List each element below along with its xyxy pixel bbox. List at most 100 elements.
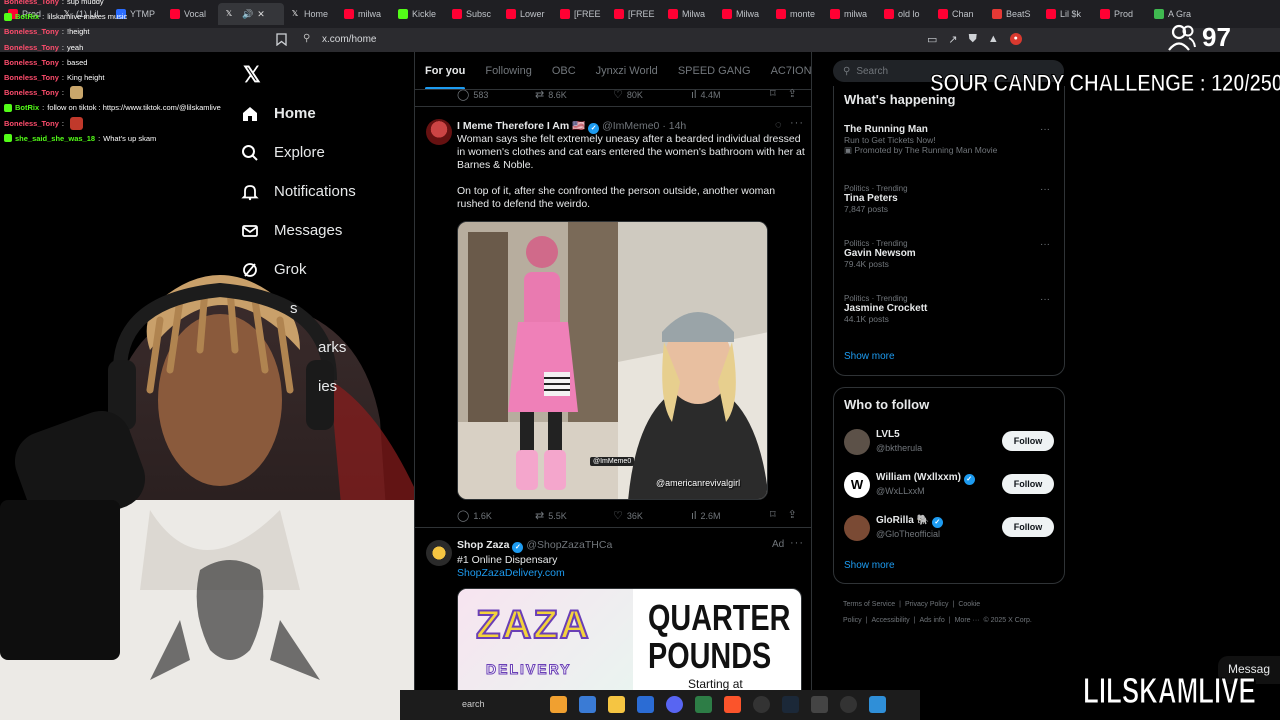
browser-tab[interactable]: Kickle [392,3,446,25]
url-text[interactable]: x.com/home [322,34,376,45]
post[interactable]: I Meme Therefore I Am 🇺🇸 ✓ @ImMeme0 · 14… [415,106,811,526]
site-info-icon[interactable]: ⚲ [303,33,310,44]
browser-tab[interactable]: monte [770,3,824,25]
ad-link[interactable]: ShopZazaDelivery.com [457,567,807,580]
steam-icon[interactable] [782,696,799,713]
browser-tab[interactable]: milwa [338,3,392,25]
tab-ac7ionhou[interactable]: AC7IONHOU [761,52,811,89]
nav-item-grok[interactable]: Grok [240,250,356,289]
follow-suggestion[interactable]: W William (Wxllxxm) ✓ @WxLLxxM Follow [844,469,1056,505]
browser-tab[interactable]: Milwa [662,3,716,25]
footer-link[interactable]: Privacy Policy [905,601,949,608]
avatar[interactable] [844,515,870,541]
repost-button[interactable]: ⇄ 8.6K [535,88,613,101]
rewards-icon[interactable]: ▲ [988,33,999,46]
avatar[interactable] [426,119,452,145]
post-time[interactable]: · 14h [662,120,686,132]
store-icon[interactable] [637,696,654,713]
shield-icon[interactable]: ⛊ [969,33,977,46]
nav-item-notifications[interactable]: Notifications [240,172,356,211]
browser-tab[interactable]: [FREE [608,3,662,25]
show-more-link[interactable]: Show more [844,560,895,571]
browser-tab[interactable]: 𝕏 Home [284,3,338,25]
reply-button[interactable]: ◯ 583 [457,88,535,101]
footer-link[interactable]: Terms of Service [843,601,895,608]
follow-suggestion[interactable]: LVL5 @bktherula Follow [844,426,1056,462]
footer-link[interactable]: Ads info [919,617,944,624]
more-options-icon[interactable]: ··· [1040,294,1050,305]
trend-item[interactable]: The Running Man Run to Get Tickets Now! ▣ … [844,124,1056,156]
tab-for-you[interactable]: For you [415,52,475,89]
trend-item[interactable]: Politics · Trending Gavin Newsom 79.4K pos… [844,239,1056,269]
photos-icon[interactable] [869,696,886,713]
copilot-icon[interactable] [579,696,596,713]
author-handle[interactable]: @ShopZazaTHCa [526,539,612,551]
browser-tab[interactable]: Milwa [716,3,770,25]
follow-button[interactable]: Follow [1002,474,1054,494]
browser-tab[interactable]: Prod [1094,3,1148,25]
views-button[interactable]: ıl 2.6M [691,510,769,522]
tab-following[interactable]: Following [475,52,541,89]
follow-button[interactable]: Follow [1002,431,1054,451]
trend-item[interactable]: Politics · Trending Jasmine Crockett 44.1K… [844,294,1056,324]
more-options-icon[interactable]: ··· [1040,184,1050,195]
tab-obc[interactable]: OBC [542,52,586,89]
folder-icon[interactable] [608,696,625,713]
browser-tab[interactable]: [FREE [554,3,608,25]
like-button[interactable]: ♡ 36K [613,509,691,522]
app-icon[interactable] [811,696,828,713]
avatar[interactable] [426,540,452,566]
browser-tab[interactable]: Subsc [446,3,500,25]
trend-subtext: Run to Get Tickets Now! [844,135,936,145]
follow-suggestion[interactable]: GloRilla 🐘 ✓ @GloTheofficial Follow [844,512,1056,548]
tab-jynxzi-world[interactable]: Jynxzi World [586,52,668,89]
reply-button[interactable]: ◯ 1.6K [457,509,535,522]
browser-tab[interactable]: Chan [932,3,986,25]
footer-link[interactable]: © 2025 X Corp. [983,617,1031,624]
show-more-link[interactable]: Show more [844,351,895,362]
more-options-icon[interactable]: ··· [1040,239,1050,250]
browser-tab[interactable]: BeatS [986,3,1040,25]
nav-item-s[interactable]: s [240,289,356,328]
app-icon[interactable] [840,696,857,713]
share-icon[interactable]: ↗ [948,33,957,46]
bookmark-icon[interactable]: ⌑ [770,87,776,100]
post-video[interactable]: @ImMeme0 @americanrevivalgirl [457,221,768,500]
more-options-icon[interactable]: ··· [1040,124,1050,135]
more-options-icon[interactable]: ··· [790,117,804,129]
app-icon[interactable] [695,696,712,713]
widgets-icon[interactable] [550,696,567,713]
more-options-icon[interactable]: ··· [790,537,804,549]
nav-item-arks[interactable]: arks [240,328,356,367]
author-handle[interactable]: @ImMeme0 [602,120,659,132]
browser-tab[interactable]: old lo [878,3,932,25]
browser-tab[interactable]: Lower [500,3,554,25]
trend-item[interactable]: Politics · Trending Tina Peters 7,847 post… [844,184,1056,214]
obs-icon[interactable] [753,696,770,713]
avatar[interactable]: W [844,472,870,498]
like-button[interactable]: ♡ 80K [613,88,691,101]
author-name[interactable]: Shop Zaza [457,539,510,551]
share-icon[interactable]: ⇪ [788,508,797,521]
views-button[interactable]: ıl 4.4M [691,89,769,101]
nav-item-messages[interactable]: Messages [240,211,356,250]
follow-button[interactable]: Follow [1002,517,1054,537]
footer-link[interactable]: More ··· [955,617,980,624]
discord-icon[interactable] [666,696,683,713]
notification-badge-icon[interactable]: ● [1009,33,1022,45]
author-name[interactable]: I Meme Therefore I Am 🇺🇸 [457,120,585,132]
grok-icon[interactable]: ◌ [775,119,783,131]
avatar[interactable] [844,429,870,455]
nav-item-ies[interactable]: ies [240,367,356,406]
repost-button[interactable]: ⇄ 5.5K [535,509,613,522]
tab-speed-gang[interactable]: SPEED GANG [668,52,761,89]
bookmark-icon[interactable]: ⌑ [770,508,776,521]
taskbar-search[interactable]: earch [462,699,485,709]
brave-icon[interactable] [724,696,741,713]
bookmark-icon[interactable] [276,33,288,47]
footer-link[interactable]: Accessibility [872,617,910,624]
cast-icon[interactable]: ▭ [927,33,937,46]
share-icon[interactable]: ⇪ [788,87,797,100]
browser-tab[interactable]: Lil $k [1040,3,1094,25]
browser-tab[interactable]: milwa [824,3,878,25]
